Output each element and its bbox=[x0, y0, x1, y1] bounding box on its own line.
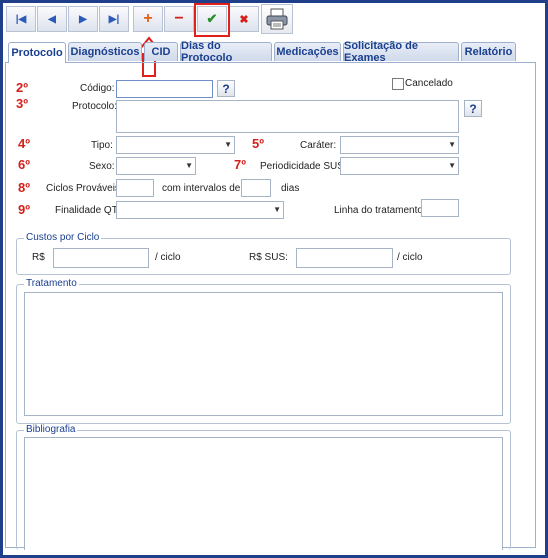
plus-icon: + bbox=[143, 10, 153, 27]
finalidade-select[interactable]: ▼ bbox=[116, 201, 284, 219]
chevron-down-icon: ▼ bbox=[448, 161, 456, 170]
step-marker: 8º bbox=[18, 180, 30, 195]
ciclo-label: / ciclo bbox=[155, 252, 181, 263]
remove-button[interactable]: − bbox=[164, 6, 194, 32]
ciclo-sus-label: / ciclo bbox=[397, 252, 423, 263]
add-button[interactable]: + bbox=[133, 6, 163, 32]
chevron-down-icon: ▼ bbox=[185, 161, 193, 170]
tab-protocolo[interactable]: Protocolo bbox=[8, 42, 66, 63]
step-marker: 3º bbox=[16, 96, 28, 111]
tab-label: Solicitação de Exames bbox=[344, 40, 418, 64]
chevron-down-icon: ▼ bbox=[273, 205, 281, 214]
tab-label: CID bbox=[151, 46, 171, 58]
finalidade-label: Finalidade QT: bbox=[55, 205, 120, 216]
tab-dias-do-protocolo[interactable]: Dias do Protocolo bbox=[180, 40, 272, 64]
tipo-select[interactable]: ▼ bbox=[116, 136, 235, 154]
custos-legend: Custos por Ciclo bbox=[24, 232, 102, 243]
ciclos-input[interactable] bbox=[116, 179, 154, 197]
tab-relatorio[interactable]: Relatório bbox=[461, 42, 516, 61]
next-record-button[interactable]: ▶ bbox=[68, 6, 98, 32]
step-marker: 7º bbox=[234, 157, 246, 172]
chevron-down-icon: ▼ bbox=[448, 140, 456, 149]
x-icon: ✖ bbox=[239, 13, 249, 26]
cancel-button[interactable]: ✖ bbox=[229, 6, 259, 32]
protocolo-label: Protocolo: bbox=[72, 101, 118, 112]
protocolo-textarea[interactable] bbox=[116, 100, 459, 133]
codigo-label: Código: bbox=[80, 83, 115, 94]
step-marker: 5º bbox=[252, 136, 264, 151]
tipo-label: Tipo: bbox=[91, 140, 113, 151]
tab-cid[interactable]: CID bbox=[144, 42, 178, 61]
tratamento-legend: Tratamento bbox=[24, 278, 79, 289]
rs-sus-label: R$ SUS: bbox=[249, 252, 288, 263]
step-marker: 9º bbox=[18, 202, 30, 217]
codigo-help-button[interactable]: ? bbox=[217, 80, 235, 97]
carater-label: Caráter: bbox=[300, 140, 337, 151]
cancelado-checkbox[interactable] bbox=[392, 78, 404, 90]
chevron-down-icon: ▼ bbox=[224, 140, 232, 149]
linha-tratamento-label: Linha do tratamento: bbox=[334, 205, 426, 216]
sexo-select[interactable]: ▼ bbox=[116, 157, 196, 175]
bibliografia-textarea[interactable] bbox=[24, 437, 503, 550]
step-marker: 2º bbox=[16, 80, 28, 95]
minus-icon: − bbox=[174, 10, 184, 27]
tab-label: Dias do Protocolo bbox=[181, 40, 233, 64]
codigo-input[interactable] bbox=[116, 80, 213, 98]
step-marker: 4º bbox=[18, 136, 30, 151]
sexo-label: Sexo: bbox=[89, 161, 115, 172]
step-marker: 6º bbox=[18, 157, 30, 172]
intervalos-label: com intervalos de bbox=[162, 183, 241, 194]
help-icon: ? bbox=[469, 101, 477, 116]
tratamento-textarea[interactable] bbox=[24, 292, 503, 416]
protocolo-help-button[interactable]: ? bbox=[464, 100, 482, 117]
bibliografia-legend: Bibliografia bbox=[24, 424, 78, 435]
cancelado-label: Cancelado bbox=[405, 78, 453, 89]
carater-select[interactable]: ▼ bbox=[340, 136, 459, 154]
tab-label: Medicações bbox=[276, 46, 339, 58]
help-icon: ? bbox=[222, 81, 230, 96]
printer-icon bbox=[266, 8, 288, 30]
print-button[interactable] bbox=[261, 4, 293, 34]
tab-label: Diagnósticos bbox=[70, 46, 140, 58]
tab-medicacoes[interactable]: Medicações bbox=[274, 42, 341, 61]
annotation-highlight-box bbox=[194, 3, 230, 37]
previous-record-button[interactable]: ◀ bbox=[37, 6, 67, 32]
first-icon: |◀ bbox=[15, 13, 27, 25]
periodicidade-label: Periodicidade SUS: bbox=[260, 161, 347, 172]
rs-input[interactable] bbox=[53, 248, 149, 268]
linha-tratamento-input[interactable] bbox=[421, 199, 459, 217]
first-record-button[interactable]: |◀ bbox=[6, 6, 36, 32]
tab-diagnosticos[interactable]: Diagnósticos bbox=[68, 42, 142, 61]
last-record-button[interactable]: ▶| bbox=[99, 6, 129, 32]
dias-label: dias bbox=[281, 183, 300, 194]
next-icon: ▶ bbox=[79, 13, 87, 25]
previous-icon: ◀ bbox=[48, 13, 56, 25]
rs-sus-input[interactable] bbox=[296, 248, 393, 268]
tab-solicitacao-de-exames[interactable]: Solicitação de Exames bbox=[343, 40, 459, 64]
tab-label: Protocolo bbox=[11, 47, 63, 59]
intervalos-input[interactable] bbox=[241, 179, 271, 197]
rs-label: R$ bbox=[32, 252, 45, 263]
tab-label: Relatório bbox=[464, 46, 513, 58]
periodicidade-select[interactable]: ▼ bbox=[340, 157, 459, 175]
last-icon: ▶| bbox=[108, 13, 120, 25]
ciclos-label: Ciclos Prováveis: bbox=[46, 183, 123, 194]
